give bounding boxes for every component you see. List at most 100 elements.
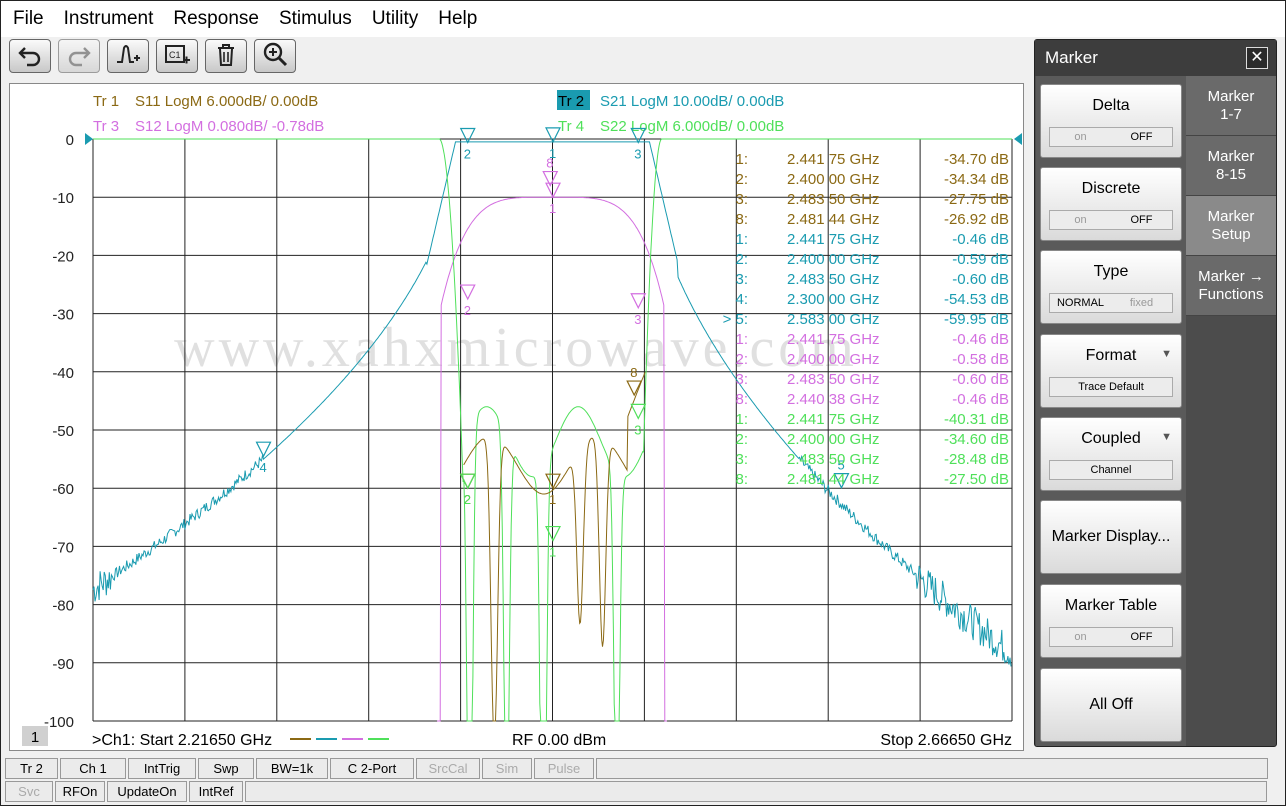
trace-header-1[interactable]: Tr 1 S11 LogM 6.000dB/ 0.00dB bbox=[93, 93, 318, 110]
status-bar-row-2: Svc RFOn UpdateOn IntRef bbox=[5, 781, 1267, 802]
trace-plot[interactable]: www.xahxmicrowave.com0-10-20-30-40-50-60… bbox=[10, 84, 1023, 750]
zoom-in-icon bbox=[261, 40, 289, 73]
y-tick-label: -40 bbox=[52, 365, 74, 382]
svg-text:2.483 50 GHz: 2.483 50 GHz bbox=[787, 271, 880, 288]
marker-table-row: 3: 2.483 50 GHz -27.75 dB bbox=[735, 191, 1009, 208]
plot-marker[interactable]: 1 bbox=[545, 182, 561, 216]
redo-button[interactable] bbox=[58, 39, 100, 73]
status-ch-1[interactable]: Ch 1 bbox=[60, 758, 126, 779]
type-softkey[interactable]: Type NORMAL fixed bbox=[1040, 250, 1182, 324]
svg-text:8:: 8: bbox=[735, 471, 748, 488]
svg-text:-26.92 dB: -26.92 dB bbox=[944, 211, 1009, 228]
trash-button[interactable] bbox=[205, 39, 247, 73]
svg-text:4: 4 bbox=[260, 460, 267, 475]
trace-label: Tr 4 bbox=[558, 118, 584, 135]
plot-marker[interactable]: 2 bbox=[459, 127, 476, 161]
all-off-softkey[interactable]: All Off bbox=[1040, 668, 1182, 742]
status-intref[interactable]: IntRef bbox=[189, 781, 243, 802]
zoom-in-button[interactable] bbox=[254, 39, 296, 73]
tab-label: Marker → Functions bbox=[1198, 267, 1264, 303]
trace-header-2[interactable]: Tr 2 S21 LogM 10.00dB/ 0.00dB bbox=[557, 90, 784, 110]
trace-header-3[interactable]: Tr 3 S12 LogM 0.080dB/ -0.78dB bbox=[93, 118, 324, 135]
plot-marker[interactable]: 1 bbox=[545, 473, 561, 507]
svg-text:3: 3 bbox=[634, 146, 641, 161]
sweep-stop-label[interactable]: Stop 2.66650 GHz bbox=[880, 732, 1012, 749]
trace-header-4[interactable]: Tr 4 S22 LogM 6.000dB/ 0.00dB bbox=[558, 118, 784, 135]
status-sim[interactable]: Sim bbox=[482, 758, 532, 779]
measurement-plot-window[interactable]: www.xahxmicrowave.com 0 -10 -20 -30 -40 -50 -60… bbox=[9, 83, 1024, 751]
close-icon[interactable]: ✕ bbox=[1246, 47, 1268, 69]
status-srccal[interactable]: SrcCal bbox=[416, 758, 480, 779]
marker-table-row: 1: 2.441 75 GHz -40.31 dB bbox=[735, 411, 1009, 428]
rf-power-label[interactable]: RF 0.00 dBm bbox=[512, 732, 606, 749]
plot-marker[interactable]: 2 bbox=[459, 284, 476, 318]
status-pulse[interactable]: Pulse bbox=[534, 758, 594, 779]
menu-response[interactable]: Response bbox=[163, 1, 269, 37]
svg-text:-0.60 dB: -0.60 dB bbox=[952, 271, 1009, 288]
discrete-toggle[interactable]: on OFF bbox=[1049, 210, 1173, 230]
plot-marker[interactable]: 2 bbox=[459, 473, 476, 507]
status-rfon[interactable]: RFOn bbox=[55, 781, 105, 802]
menu-stimulus[interactable]: Stimulus bbox=[269, 1, 362, 37]
svg-text:2:: 2: bbox=[735, 351, 748, 368]
svg-text:2: 2 bbox=[464, 303, 471, 318]
plot-marker[interactable]: 3 bbox=[630, 403, 647, 437]
toolbar: C1 bbox=[9, 39, 296, 73]
type-toggle[interactable]: NORMAL fixed bbox=[1049, 293, 1173, 313]
toggle-left-option: on bbox=[1074, 631, 1087, 643]
status-swp[interactable]: Swp bbox=[198, 758, 254, 779]
marker-table-row: 8: 2.481 44 GHz -27.50 dB bbox=[735, 471, 1009, 488]
reference-level-arrow[interactable] bbox=[85, 133, 93, 145]
y-tick-label: -30 bbox=[52, 307, 74, 324]
reference-level-arrow[interactable] bbox=[1014, 133, 1022, 145]
menu-instrument[interactable]: Instrument bbox=[54, 1, 164, 37]
status-inttrig[interactable]: IntTrig bbox=[128, 758, 196, 779]
svg-text:-0.46 dB: -0.46 dB bbox=[952, 331, 1009, 348]
add-marker-button[interactable] bbox=[107, 39, 149, 73]
y-tick-label: -100 bbox=[44, 714, 74, 731]
add-channel-button[interactable]: C1 bbox=[156, 39, 198, 73]
delta-toggle[interactable]: on OFF bbox=[1049, 127, 1173, 147]
delta-softkey[interactable]: Delta on OFF bbox=[1040, 84, 1182, 158]
status-updateon[interactable]: UpdateOn bbox=[107, 781, 187, 802]
svg-text:3:: 3: bbox=[735, 191, 748, 208]
menu-utility[interactable]: Utility bbox=[362, 1, 428, 37]
svg-text:-59.95 dB: -59.95 dB bbox=[944, 311, 1009, 328]
tab-marker-1-7[interactable]: Marker 1-7 bbox=[1186, 76, 1276, 136]
svg-text:2.441 75 GHz: 2.441 75 GHz bbox=[787, 331, 880, 348]
status-bar-filler bbox=[596, 758, 1268, 779]
svg-text:8:: 8: bbox=[735, 211, 748, 228]
svg-text:-0.59 dB: -0.59 dB bbox=[952, 251, 1009, 268]
tab-marker-8-15[interactable]: Marker 8-15 bbox=[1186, 136, 1276, 196]
tab-label: Marker 8-15 bbox=[1207, 147, 1255, 183]
undo-button[interactable] bbox=[9, 39, 51, 73]
coupled-softkey[interactable]: Coupled ▼ Channel bbox=[1040, 417, 1182, 491]
softkey-label: Coupled bbox=[1081, 430, 1141, 447]
status-svc[interactable]: Svc bbox=[5, 781, 53, 802]
tab-marker-setup[interactable]: Marker Setup bbox=[1186, 196, 1276, 256]
marker-table-row: 2: 2.400 00 GHz -0.59 dB bbox=[735, 251, 1009, 268]
marker-softkey-panel: Marker ✕ Delta on OFF Discrete on OFF Type NORM… bbox=[1034, 39, 1277, 747]
svg-text:3:: 3: bbox=[735, 271, 748, 288]
menu-help[interactable]: Help bbox=[428, 1, 487, 37]
trace-description: S11 LogM 6.000dB/ 0.00dB bbox=[135, 93, 318, 110]
format-softkey[interactable]: Format ▼ Trace Default bbox=[1040, 334, 1182, 408]
svg-text:1:: 1: bbox=[735, 231, 748, 248]
status-c-2-port[interactable]: C 2-Port bbox=[330, 758, 414, 779]
discrete-softkey[interactable]: Discrete on OFF bbox=[1040, 167, 1182, 241]
svg-text:4:: 4: bbox=[735, 291, 748, 308]
tab-marker-functions[interactable]: Marker → Functions bbox=[1186, 256, 1276, 316]
sweep-start-label[interactable]: >Ch1: Start 2.21650 GHz bbox=[92, 732, 272, 749]
status-bw-1k[interactable]: BW=1k bbox=[256, 758, 328, 779]
marker-display-softkey[interactable]: Marker Display... bbox=[1040, 500, 1182, 574]
y-tick-label: -10 bbox=[52, 190, 74, 207]
undo-icon bbox=[16, 40, 44, 73]
status-tr-2[interactable]: Tr 2 bbox=[5, 758, 58, 779]
softkey-label: Format bbox=[1085, 347, 1137, 364]
trace-description: S21 LogM 10.00dB/ 0.00dB bbox=[600, 93, 784, 110]
menu-file[interactable]: File bbox=[1, 1, 54, 37]
marker-table-toggle[interactable]: on OFF bbox=[1049, 627, 1173, 647]
svg-text:1: 1 bbox=[549, 201, 556, 216]
marker-table-softkey[interactable]: Marker Table on OFF bbox=[1040, 584, 1182, 658]
svg-text:2.483 50 GHz: 2.483 50 GHz bbox=[787, 451, 880, 468]
